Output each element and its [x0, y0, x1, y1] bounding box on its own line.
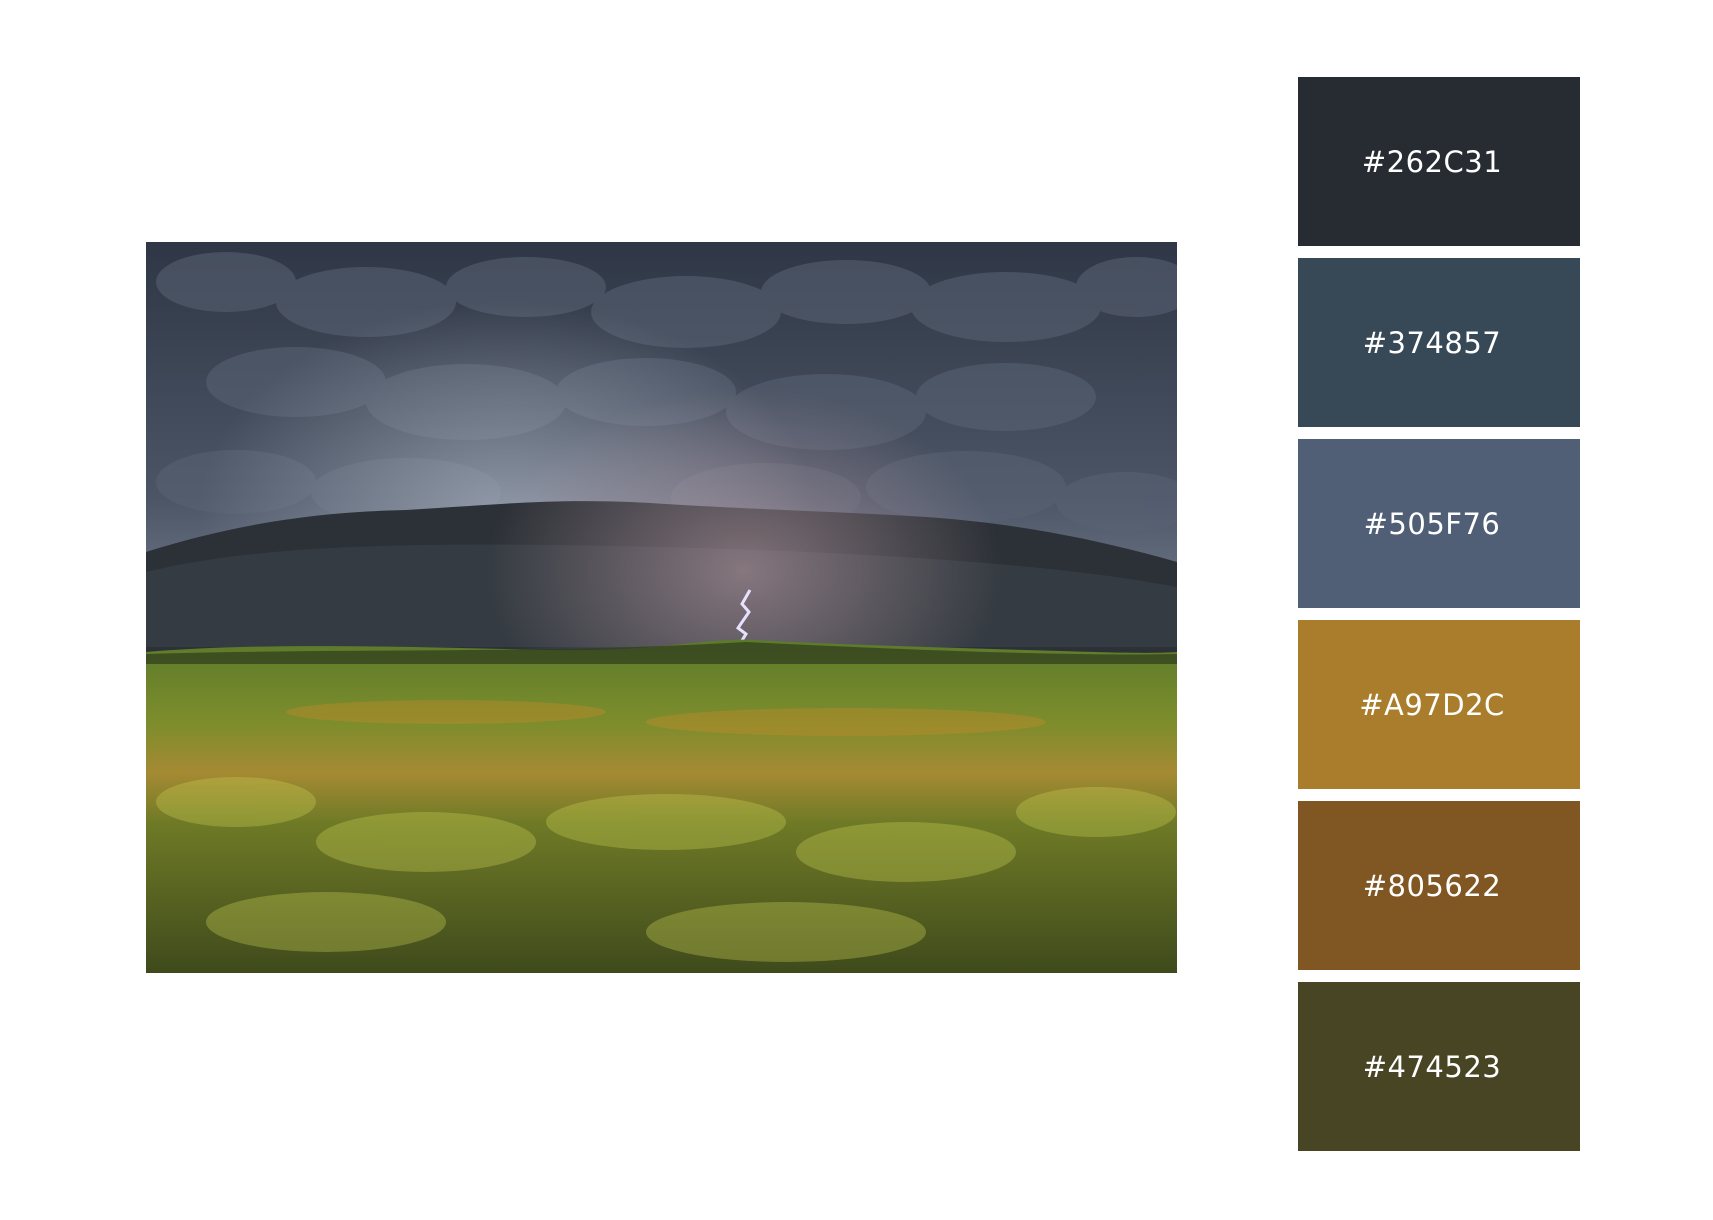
color-swatch: #374857: [1298, 258, 1580, 427]
storm-landscape-photo: [146, 242, 1177, 973]
color-swatch: #505F76: [1298, 439, 1580, 608]
color-palette: #262C31 #374857 #505F76 #A97D2C #805622 …: [1298, 77, 1580, 1151]
swatch-hex-label: #A97D2C: [1359, 687, 1505, 722]
swatch-hex-label: #505F76: [1363, 506, 1501, 541]
swatch-hex-label: #474523: [1362, 1049, 1502, 1084]
swatch-hex-label: #374857: [1362, 325, 1502, 360]
color-swatch: #A97D2C: [1298, 620, 1580, 789]
swatch-hex-label: #805622: [1362, 868, 1502, 903]
swatch-hex-label: #262C31: [1361, 144, 1503, 179]
color-swatch: #805622: [1298, 801, 1580, 970]
color-swatch: #262C31: [1298, 77, 1580, 246]
color-swatch: #474523: [1298, 982, 1580, 1151]
